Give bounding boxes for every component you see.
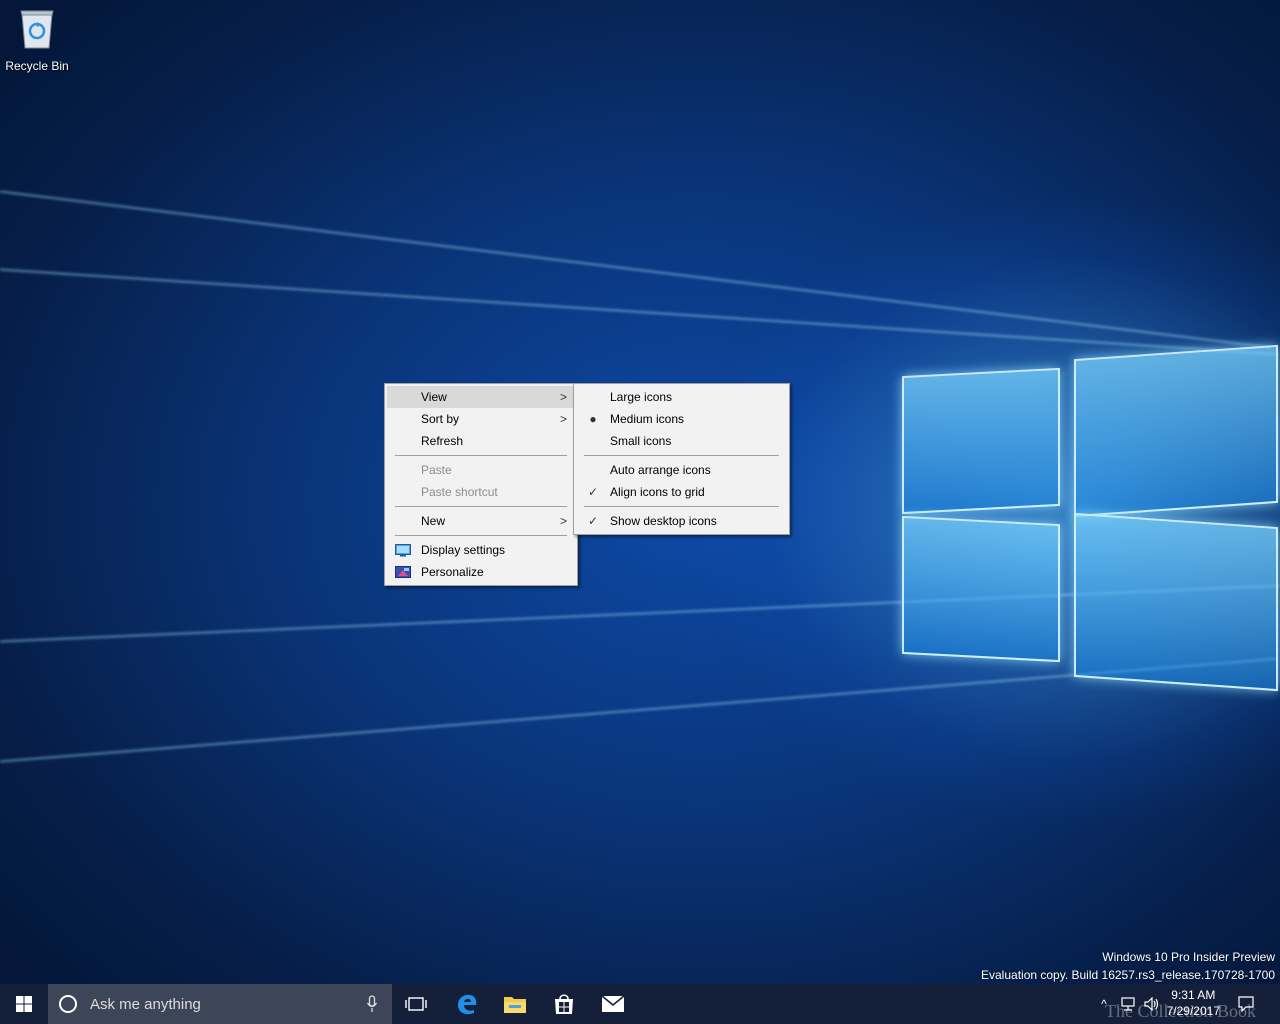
menu-separator (395, 506, 567, 507)
checkmark-icon: ✓ (587, 485, 599, 499)
microphone-icon[interactable] (366, 995, 378, 1013)
chevron-right-icon: > (559, 412, 567, 426)
view-submenu: Large icons ● Medium icons Small icons A… (573, 383, 790, 535)
edge-taskbar-button[interactable] (443, 984, 491, 1024)
task-view-icon (405, 997, 427, 1011)
store-bag-icon (555, 994, 573, 1014)
mail-taskbar-button[interactable] (589, 984, 637, 1024)
windows-logo-icon (16, 996, 32, 1012)
store-taskbar-button[interactable] (540, 984, 588, 1024)
menu-item-label: Sort by (421, 412, 460, 426)
search-placeholder: Ask me anything (90, 995, 201, 1013)
windows-logo-pane (902, 515, 1060, 663)
menu-item-paste[interactable]: Paste (387, 459, 575, 481)
menu-item-label: Large icons (610, 390, 673, 404)
menu-separator (395, 455, 567, 456)
build-watermark-line1: Windows 10 Pro Insider Preview (1102, 950, 1275, 964)
folder-icon (504, 997, 526, 1013)
windows-logo-pane (1074, 344, 1278, 518)
menu-item-label: Show desktop icons (610, 514, 717, 528)
menu-item-label: Align icons to grid (610, 485, 705, 499)
light-beam (0, 190, 1271, 349)
submenu-item-align-to-grid[interactable]: ✓ Align icons to grid (576, 481, 787, 503)
light-beam (0, 268, 1278, 356)
recycle-bin-shortcut[interactable]: Recycle Bin (4, 6, 70, 73)
recycle-bin-icon (20, 10, 54, 49)
desktop-context-menu: View > Sort by > Refresh Paste Paste sho… (384, 383, 578, 586)
submenu-item-small-icons[interactable]: Small icons (576, 430, 787, 452)
menu-separator (395, 535, 567, 536)
bullet-icon: ● (589, 412, 597, 426)
menu-separator (584, 506, 779, 507)
menu-item-label: Medium icons (610, 412, 685, 426)
windows-logo-pane (1074, 512, 1278, 692)
menu-item-new[interactable]: New > (387, 510, 575, 532)
menu-item-label: Refresh (421, 434, 464, 448)
task-view-button[interactable] (392, 984, 440, 1024)
menu-item-personalize[interactable]: Personalize (387, 561, 575, 583)
menu-item-label: Paste shortcut (421, 485, 498, 499)
mail-icon (601, 995, 625, 1012)
menu-item-refresh[interactable]: Refresh (387, 430, 575, 452)
chevron-right-icon: > (559, 514, 567, 528)
edge-icon (458, 994, 477, 1015)
menu-separator (584, 455, 779, 456)
menu-item-label: Display settings (421, 543, 506, 557)
menu-item-sort-by[interactable]: Sort by > (387, 408, 575, 430)
windows-logo-pane (902, 367, 1060, 515)
menu-item-label: Paste (421, 463, 452, 477)
display-icon (395, 544, 411, 557)
menu-item-label: Small icons (610, 434, 672, 448)
personalize-icon (395, 566, 411, 578)
build-watermark-line2: Evaluation copy. Build 16257.rs3_release… (981, 968, 1275, 982)
submenu-item-large-icons[interactable]: Large icons (576, 386, 787, 408)
menu-item-display-settings[interactable]: Display settings (387, 539, 575, 561)
cortana-search-box[interactable]: Ask me anything (48, 984, 392, 1024)
menu-item-label: New (421, 514, 446, 528)
checkmark-icon: ✓ (587, 514, 599, 528)
chevron-right-icon: > (559, 390, 567, 404)
file-explorer-taskbar-button[interactable] (491, 984, 539, 1024)
menu-item-label: View (421, 390, 447, 404)
submenu-item-auto-arrange[interactable]: Auto arrange icons (576, 459, 787, 481)
collection-book-watermark: The Collection Book (1105, 1001, 1256, 1021)
menu-item-paste-shortcut[interactable]: Paste shortcut (387, 481, 575, 503)
cortana-icon (59, 995, 77, 1013)
recycle-bin-label: Recycle Bin (5, 59, 69, 73)
submenu-item-show-desktop-icons[interactable]: ✓ Show desktop icons (576, 510, 787, 532)
menu-item-label: Auto arrange icons (610, 463, 711, 477)
taskbar: Ask me anything ^ 9:31 AM 7/29/2017 (0, 984, 1280, 1024)
submenu-item-medium-icons[interactable]: ● Medium icons (576, 408, 787, 430)
menu-item-view[interactable]: View > (387, 386, 575, 408)
menu-item-label: Personalize (421, 565, 484, 579)
start-button[interactable] (0, 984, 48, 1024)
